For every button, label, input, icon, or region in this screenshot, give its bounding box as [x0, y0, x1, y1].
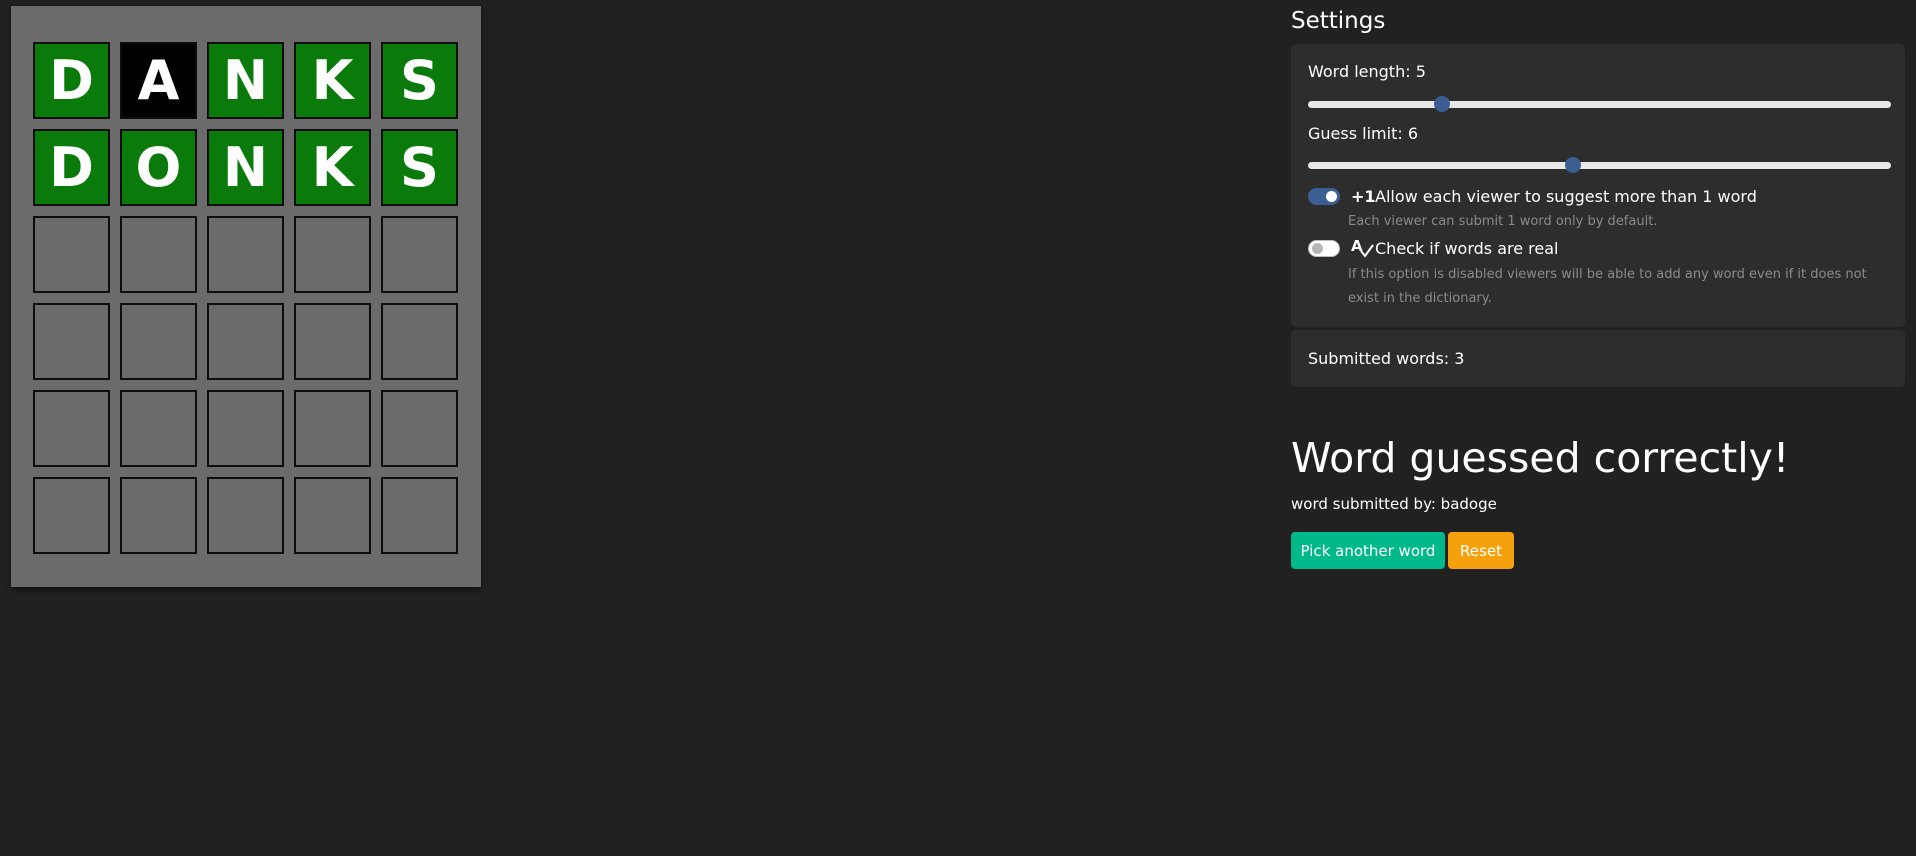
board-tile [33, 216, 110, 293]
board-tile: D [33, 42, 110, 119]
word-length-label: Word length: 5 [1308, 62, 1426, 81]
board-tile: N [207, 42, 284, 119]
multi-word-toggle[interactable] [1308, 188, 1340, 205]
board-tile [207, 303, 284, 380]
board-tile: S [381, 129, 458, 206]
submitted-by-text: word submitted by: badoge [1291, 495, 1497, 513]
guess-limit-slider-thumb[interactable] [1565, 157, 1582, 173]
word-length-slider-thumb[interactable] [1434, 96, 1451, 112]
board-tile [33, 390, 110, 467]
board-tile [207, 477, 284, 554]
board-tile [120, 216, 197, 293]
board-tile [120, 390, 197, 467]
check-real-help: If this option is disabled viewers will … [1348, 267, 1867, 306]
board-tile [120, 477, 197, 554]
board-tile [381, 390, 458, 467]
board-tile [294, 390, 371, 467]
board-tile: K [294, 129, 371, 206]
board-tile: O [120, 129, 197, 206]
plus-one-icon: +1 [1351, 187, 1376, 206]
board-tile [33, 477, 110, 554]
board-tile [120, 303, 197, 380]
board-tile [381, 303, 458, 380]
toggle-knob [1326, 191, 1337, 202]
board-tile: S [381, 42, 458, 119]
submitted-words-count: Submitted words: 3 [1308, 349, 1465, 368]
board-tile [33, 303, 110, 380]
board-tile [207, 390, 284, 467]
board-tile: K [294, 42, 371, 119]
multi-word-label: Allow each viewer to suggest more than 1… [1375, 187, 1757, 206]
board-tile [294, 303, 371, 380]
toggle-knob [1312, 243, 1323, 254]
board-tile [207, 216, 284, 293]
result-title: Word guessed correctly! [1291, 434, 1790, 482]
board-tile [294, 216, 371, 293]
settings-title: Settings [1291, 8, 1386, 34]
word-length-slider[interactable] [1308, 96, 1891, 112]
settings-panel: Word length: 5 Guess limit: 6 +1 Allow e… [1291, 44, 1905, 327]
check-real-toggle[interactable] [1308, 240, 1340, 257]
game-board: DANKS DONKS [11, 6, 481, 587]
spellcheck-icon: A [1351, 237, 1375, 263]
board-tile [294, 477, 371, 554]
multi-word-help: Each viewer can submit 1 word only by de… [1348, 214, 1658, 229]
board-tile [381, 216, 458, 293]
pick-another-word-button[interactable]: Pick another word [1291, 532, 1445, 569]
board-tile [381, 477, 458, 554]
submitted-panel: Submitted words: 3 [1291, 330, 1905, 387]
reset-button[interactable]: Reset [1448, 532, 1514, 569]
check-real-label: Check if words are real [1375, 239, 1559, 258]
guess-limit-label: Guess limit: 6 [1308, 124, 1418, 143]
board-tile: D [33, 129, 110, 206]
board-tile: A [120, 42, 197, 119]
guess-limit-slider[interactable] [1308, 157, 1891, 173]
board-tile: N [207, 129, 284, 206]
